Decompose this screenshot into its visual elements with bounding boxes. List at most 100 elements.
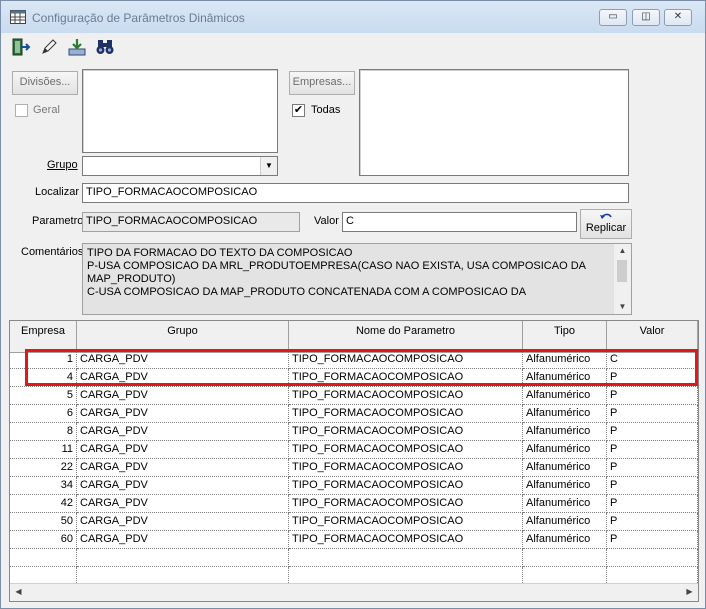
grupo-label: Grupo xyxy=(47,159,78,171)
scroll-right-icon[interactable]: ▶ xyxy=(681,584,698,600)
cell-empresa[interactable] xyxy=(10,549,77,567)
table-row[interactable]: 34 CARGA_PDV TIPO_FORMACAOCOMPOSICAO Alfanu… xyxy=(10,477,698,495)
replicar-button[interactable]: Replicar xyxy=(580,209,632,239)
cell-valor[interactable]: P xyxy=(607,495,698,513)
highlight-annotation xyxy=(25,349,698,386)
parametro-label: Parametro xyxy=(32,215,84,227)
cell-valor[interactable]: P xyxy=(607,387,698,405)
cell-valor[interactable]: P xyxy=(607,459,698,477)
table-row[interactable]: 22 CARGA_PDV TIPO_FORMACAOCOMPOSICAO Alfanu… xyxy=(10,459,698,477)
cell-tipo[interactable]: Alfanumérico xyxy=(523,441,607,459)
maximize-button[interactable]: ◫ xyxy=(632,9,660,26)
comment-line: MAP_PRODUTO) xyxy=(87,273,176,285)
cell-grupo[interactable]: CARGA_PDV xyxy=(77,423,289,441)
scroll-left-icon[interactable]: ◀ xyxy=(10,584,27,600)
geral-checkbox[interactable] xyxy=(15,104,28,117)
cell-empresa[interactable]: 8 xyxy=(10,423,77,441)
parameter-config-window: Configuração de Parâmetros Dinâmicos ▭ ◫… xyxy=(0,0,706,609)
cell-valor[interactable] xyxy=(607,549,698,567)
cell-empresa[interactable]: 5 xyxy=(10,387,77,405)
cell-nome-parametro[interactable]: TIPO_FORMACAOCOMPOSICAO xyxy=(289,477,523,495)
scroll-thumb[interactable] xyxy=(617,260,627,282)
comentarios-text: TIPO DA FORMACAO DO TEXTO DA COMPOSICAO … xyxy=(87,247,609,299)
cell-valor[interactable]: P xyxy=(607,531,698,549)
cell-nome-parametro[interactable]: TIPO_FORMACAOCOMPOSICAO xyxy=(289,513,523,531)
cell-empresa[interactable]: 34 xyxy=(10,477,77,495)
cell-tipo[interactable]: Alfanumérico xyxy=(523,531,607,549)
parametro-field: TIPO_FORMACAOCOMPOSICAO xyxy=(82,212,300,232)
exit-button[interactable] xyxy=(9,35,33,59)
cell-empresa[interactable]: 6 xyxy=(10,405,77,423)
grupo-select[interactable]: ▼ xyxy=(82,156,278,176)
table-row[interactable]: 60 CARGA_PDV TIPO_FORMACAOCOMPOSICAO Alfanu… xyxy=(10,531,698,549)
cell-empresa[interactable]: 11 xyxy=(10,441,77,459)
cell-valor[interactable]: P xyxy=(607,513,698,531)
cell-grupo[interactable]: CARGA_PDV xyxy=(77,495,289,513)
scroll-up-icon[interactable]: ▲ xyxy=(614,244,631,258)
todas-checkbox[interactable]: ✔ xyxy=(292,104,305,117)
divisoes-button[interactable]: Divisões... xyxy=(12,71,78,95)
window-title: Configuração de Parâmetros Dinâmicos xyxy=(32,11,245,25)
cell-nome-parametro[interactable]: TIPO_FORMACAOCOMPOSICAO xyxy=(289,441,523,459)
cell-tipo[interactable] xyxy=(523,549,607,567)
table-row[interactable]: 42 CARGA_PDV TIPO_FORMACAOCOMPOSICAO Alfanu… xyxy=(10,495,698,513)
valor-input[interactable]: C xyxy=(342,212,577,232)
todas-label: Todas xyxy=(311,104,341,116)
localizar-input[interactable]: TIPO_FORMACAOCOMPOSICAO xyxy=(82,183,629,203)
cell-empresa[interactable]: 22 xyxy=(10,459,77,477)
cell-tipo[interactable]: Alfanumérico xyxy=(523,387,607,405)
table-row[interactable]: 5 CARGA_PDV TIPO_FORMACAOCOMPOSICAO Alfanum… xyxy=(10,387,698,405)
horizontal-scrollbar[interactable]: ◀ ▶ xyxy=(10,583,698,601)
table-row[interactable]: 6 CARGA_PDV TIPO_FORMACAOCOMPOSICAO Alfanum… xyxy=(10,405,698,423)
cell-valor[interactable]: P xyxy=(607,405,698,423)
scroll-down-icon[interactable]: ▼ xyxy=(614,300,631,314)
cell-grupo[interactable]: CARGA_PDV xyxy=(77,531,289,549)
divisoes-list[interactable] xyxy=(82,69,278,153)
cell-grupo[interactable]: CARGA_PDV xyxy=(77,513,289,531)
cell-tipo[interactable]: Alfanumérico xyxy=(523,477,607,495)
cell-grupo[interactable]: CARGA_PDV xyxy=(77,477,289,495)
save-button[interactable] xyxy=(65,35,89,59)
cell-tipo[interactable]: Alfanumérico xyxy=(523,459,607,477)
cell-grupo[interactable]: CARGA_PDV xyxy=(77,441,289,459)
cell-tipo[interactable]: Alfanumérico xyxy=(523,423,607,441)
table-row[interactable]: 11 CARGA_PDV TIPO_FORMACAOCOMPOSICAO Alfanu… xyxy=(10,441,698,459)
pencil-icon xyxy=(42,39,57,54)
cell-nome-parametro[interactable]: TIPO_FORMACAOCOMPOSICAO xyxy=(289,387,523,405)
table-row[interactable] xyxy=(10,549,698,567)
cell-empresa[interactable]: 60 xyxy=(10,531,77,549)
cell-valor[interactable]: P xyxy=(607,477,698,495)
cell-tipo[interactable]: Alfanumérico xyxy=(523,513,607,531)
empresas-button[interactable]: Empresas... xyxy=(289,71,355,95)
cell-empresa[interactable]: 50 xyxy=(10,513,77,531)
close-icon: ✕ xyxy=(673,11,683,22)
download-tray-icon xyxy=(68,39,86,56)
chevron-down-icon[interactable]: ▼ xyxy=(260,157,277,175)
cell-nome-parametro[interactable]: TIPO_FORMACAOCOMPOSICAO xyxy=(289,459,523,477)
minimize-button[interactable]: ▭ xyxy=(599,9,627,26)
close-button[interactable]: ✕ xyxy=(664,9,692,26)
cell-grupo[interactable]: CARGA_PDV xyxy=(77,405,289,423)
search-button[interactable] xyxy=(93,35,117,59)
cell-grupo[interactable]: CARGA_PDV xyxy=(77,459,289,477)
edit-button[interactable] xyxy=(37,35,61,59)
cell-tipo[interactable]: Alfanumérico xyxy=(523,405,607,423)
title-bar[interactable]: Configuração de Parâmetros Dinâmicos ▭ ◫… xyxy=(1,1,705,33)
cell-grupo[interactable] xyxy=(77,549,289,567)
cell-grupo[interactable]: CARGA_PDV xyxy=(77,387,289,405)
table-row[interactable]: 8 CARGA_PDV TIPO_FORMACAOCOMPOSICAO Alfanum… xyxy=(10,423,698,441)
cell-nome-parametro[interactable]: TIPO_FORMACAOCOMPOSICAO xyxy=(289,405,523,423)
cell-nome-parametro[interactable] xyxy=(289,549,523,567)
comment-line: C-USA COMPOSICAO DA MAP_PRODUTO CONCATEN… xyxy=(87,286,527,298)
empresas-list[interactable] xyxy=(359,69,629,176)
cell-tipo[interactable]: Alfanumérico xyxy=(523,495,607,513)
cell-nome-parametro[interactable]: TIPO_FORMACAOCOMPOSICAO xyxy=(289,423,523,441)
cell-valor[interactable]: P xyxy=(607,423,698,441)
comentarios-box[interactable]: TIPO DA FORMACAO DO TEXTO DA COMPOSICAO … xyxy=(82,243,632,315)
cell-nome-parametro[interactable]: TIPO_FORMACAOCOMPOSICAO xyxy=(289,531,523,549)
cell-valor[interactable]: P xyxy=(607,441,698,459)
cell-empresa[interactable]: 42 xyxy=(10,495,77,513)
table-row[interactable]: 50 CARGA_PDV TIPO_FORMACAOCOMPOSICAO Alfanu… xyxy=(10,513,698,531)
cell-nome-parametro[interactable]: TIPO_FORMACAOCOMPOSICAO xyxy=(289,495,523,513)
comentarios-scrollbar[interactable]: ▲ ▼ xyxy=(613,244,631,314)
